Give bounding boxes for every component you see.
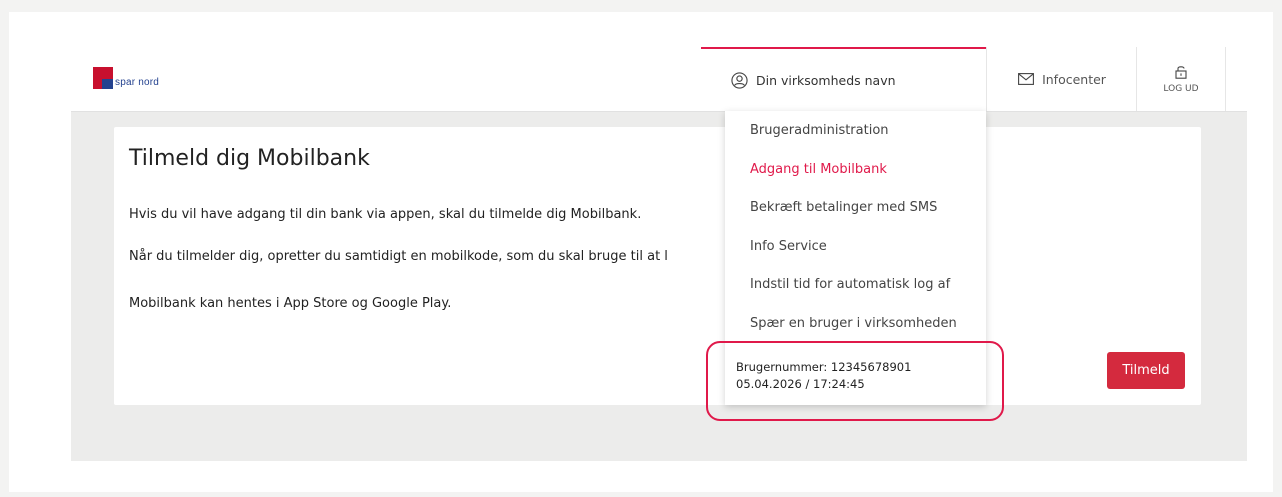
page-title: Tilmeld dig Mobilbank [129,146,370,171]
tilmeld-button[interactable]: Tilmeld [1107,352,1185,389]
menu-item-adgang-til-mobilbank[interactable]: Adgang til Mobilbank [750,162,887,177]
infocenter-link[interactable]: Infocenter [986,47,1137,111]
lock-icon [1175,65,1187,79]
menu-item-automatisk-log-af[interactable]: Indstil tid for automatisk log af [750,277,950,292]
menu-item-spaer-bruger[interactable]: Spær en bruger i virksomheden [750,316,957,331]
intro-paragraph: Hvis du vil have adgang til din bank via… [129,207,642,222]
menu-item-info-service[interactable]: Info Service [750,239,827,254]
infocenter-label: Infocenter [1042,71,1106,87]
company-name-label: Din virksomheds navn [756,72,896,88]
menu-item-brugeradministration[interactable]: Brugeradministration [750,123,889,138]
company-menu-tab[interactable]: Din virksomheds navn [701,47,986,111]
app-window: spar nord Din virksomheds navn Infocente… [71,47,1247,461]
logo-mark-icon [93,67,113,89]
app-store-paragraph: Mobilbank kan hentes i App Store og Goog… [129,296,452,311]
top-navigation-bar: spar nord Din virksomheds navn Infocente… [71,47,1247,112]
logout-button[interactable]: LOG UD [1136,47,1226,111]
menu-item-bekraeft-betalinger[interactable]: Bekræft betalinger med SMS [750,200,937,215]
mobilbank-signup-card: Tilmeld dig Mobilbank Hvis du vil have a… [114,127,1201,405]
mail-icon [1018,73,1035,85]
user-circle-icon [731,71,748,89]
mobilkode-paragraph: Når du tilmelder dig, opretter du samtid… [129,249,668,264]
spar-nord-logo[interactable]: spar nord [93,67,159,89]
logout-label: LOG UD [1163,83,1199,94]
user-info-highlight-outline [706,341,1004,421]
logo-text: spar nord [115,77,160,88]
